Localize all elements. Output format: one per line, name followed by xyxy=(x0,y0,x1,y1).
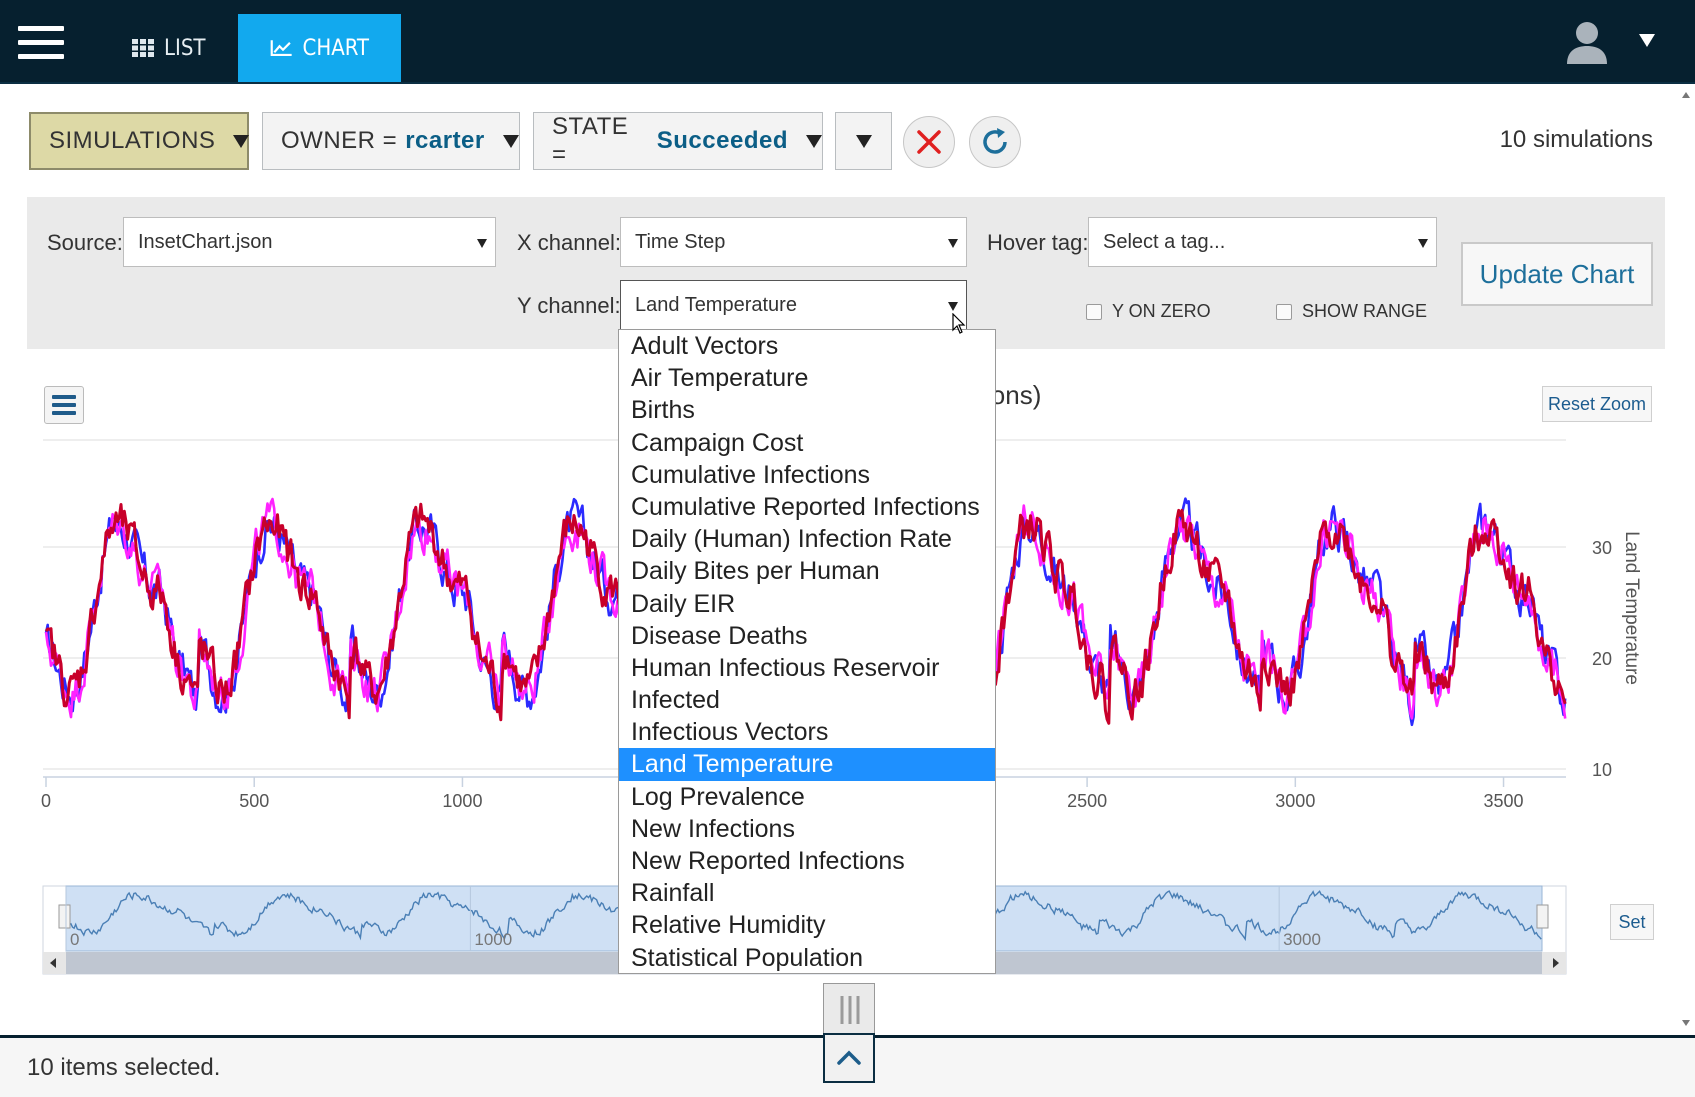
navigator-left-handle[interactable] xyxy=(58,904,71,929)
dropdown-option[interactable]: Infected xyxy=(619,684,995,716)
dropdown-option[interactable]: Human Infectious Reservoir xyxy=(619,652,995,684)
dropdown-option[interactable]: Rainfall xyxy=(619,877,995,909)
dropdown-option[interactable]: Relative Humidity xyxy=(619,909,995,941)
x-tick-label: 3000 xyxy=(1275,791,1315,811)
dropdown-option[interactable]: Cumulative Infections xyxy=(619,459,995,491)
dropdown-option[interactable]: Air Temperature xyxy=(619,362,995,394)
dropdown-option[interactable]: Land Temperature xyxy=(619,748,995,781)
expand-drawer-button[interactable] xyxy=(823,1033,875,1083)
y-axis: 30 20 10 xyxy=(1592,538,1612,780)
dropdown-option[interactable]: Births xyxy=(619,394,995,426)
dropdown-option[interactable]: Log Prevalence xyxy=(619,781,995,813)
dropdown-option[interactable]: Adult Vectors xyxy=(619,330,995,362)
drawer-handle[interactable] xyxy=(823,983,875,1083)
navigator-tick-label: 1000 xyxy=(474,930,512,949)
x-tick-label: 0 xyxy=(41,791,51,811)
y-axis-label: Land Temperature xyxy=(1621,531,1642,685)
y-tick-label: 20 xyxy=(1592,649,1612,669)
x-tick-label: 500 xyxy=(239,791,269,811)
page-scrollbar[interactable] xyxy=(1677,84,1695,1034)
y-tick-label: 30 xyxy=(1592,538,1612,558)
y-channel-dropdown-list[interactable]: Adult Vectors Air Temperature Births Campai… xyxy=(618,329,996,974)
dropdown-option[interactable]: Daily (Human) Infection Rate xyxy=(619,523,995,555)
navigator-right-handle[interactable] xyxy=(1536,904,1549,929)
navigator-tick-label: 0 xyxy=(70,930,79,949)
x-tick-label: 2500 xyxy=(1067,791,1107,811)
cursor-icon xyxy=(952,313,966,334)
drag-grip-icon[interactable] xyxy=(823,983,875,1033)
x-tick-label: 3500 xyxy=(1484,791,1524,811)
dropdown-option[interactable]: Campaign Cost xyxy=(619,427,995,459)
navigator-tick-label: 3000 xyxy=(1283,930,1321,949)
dropdown-option[interactable]: Infectious Vectors xyxy=(619,716,995,748)
dropdown-option[interactable]: Disease Deaths xyxy=(619,620,995,652)
dropdown-option[interactable]: Daily Bites per Human xyxy=(619,555,995,587)
y-tick-label: 10 xyxy=(1592,760,1612,780)
dropdown-option[interactable]: New Infections xyxy=(619,813,995,845)
dropdown-option[interactable]: Statistical Population xyxy=(619,942,995,973)
chevron-up-icon xyxy=(837,1050,861,1065)
selection-status: 10 items selected. xyxy=(27,1054,221,1081)
x-tick-label: 1000 xyxy=(442,791,482,811)
dropdown-option[interactable]: New Reported Infections xyxy=(619,845,995,877)
dropdown-option[interactable]: Cumulative Reported Infections xyxy=(619,491,995,523)
dropdown-option[interactable]: Daily EIR xyxy=(619,588,995,620)
